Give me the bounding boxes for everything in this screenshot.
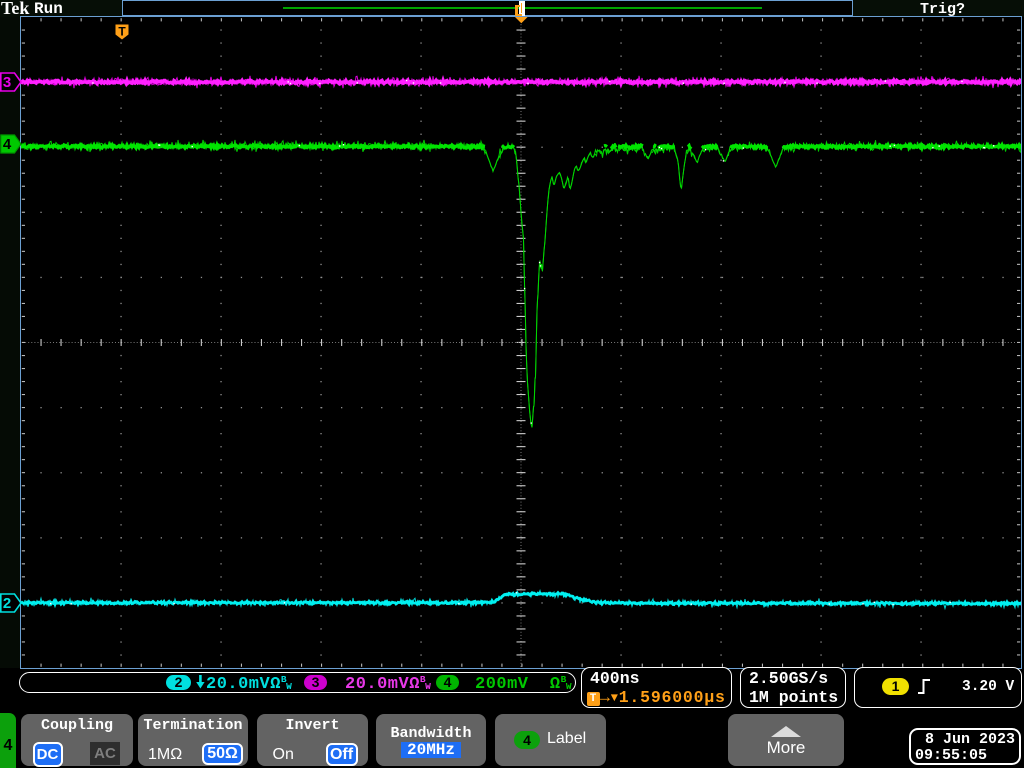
svg-text:T: T <box>118 24 126 38</box>
svg-text:2: 2 <box>3 595 11 612</box>
svg-text:4: 4 <box>3 136 12 153</box>
svg-text:3: 3 <box>3 74 11 91</box>
